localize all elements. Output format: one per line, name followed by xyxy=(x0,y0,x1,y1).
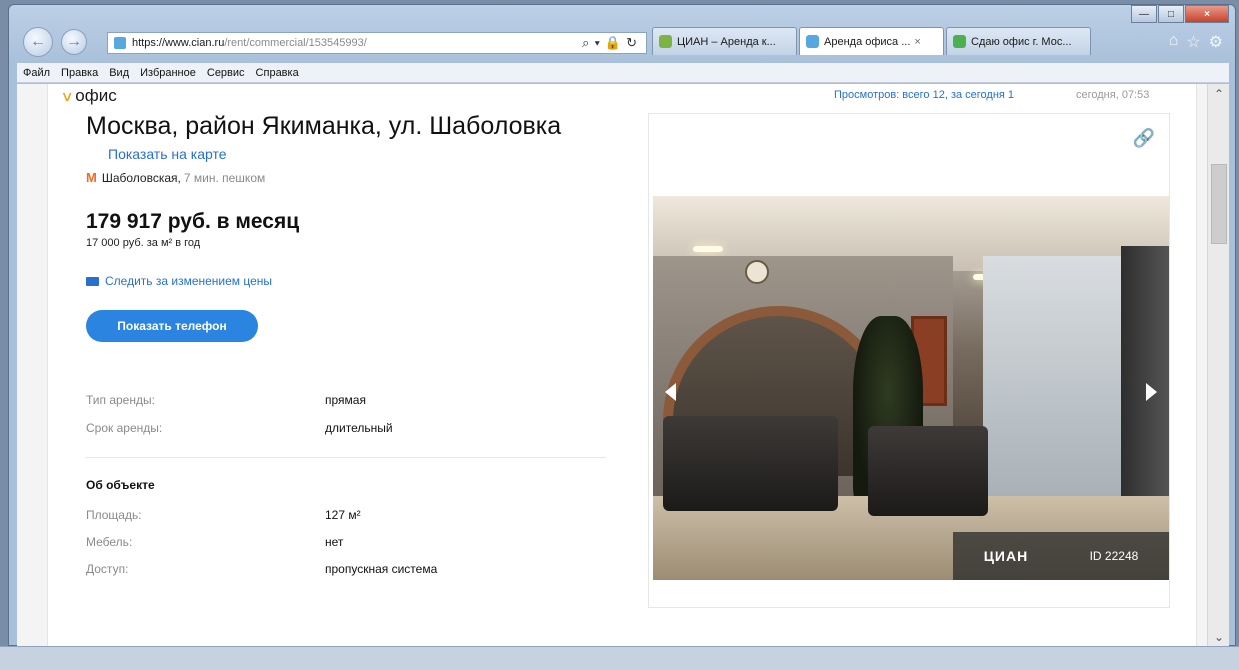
home-icon[interactable]: ⌂ xyxy=(1169,32,1179,52)
browser-window: — □ × ← → https://www.cian.ru /rent/comm… xyxy=(8,4,1236,647)
browser-icons: ⌂ ☆ ⚙ xyxy=(1169,32,1223,52)
rent-type-label: Тип аренды: xyxy=(86,393,155,407)
vertical-scrollbar[interactable]: ⌃ ⌄ xyxy=(1207,84,1229,647)
menu-favorites[interactable]: Избранное xyxy=(140,67,196,79)
object-section-title: Об объекте xyxy=(86,478,155,492)
url-path: /rent/commercial/153545993/ xyxy=(224,37,367,49)
scroll-thumb[interactable] xyxy=(1211,164,1227,244)
menu-edit[interactable]: Правка xyxy=(61,67,98,79)
tab-office-offer[interactable]: Сдаю офис г. Мос... xyxy=(946,27,1091,55)
follow-price-link[interactable]: Следить за изменением цены xyxy=(86,274,272,288)
photo-armchair xyxy=(868,426,988,516)
site-favicon-icon xyxy=(953,35,966,48)
show-on-map-link[interactable]: Показать на карте xyxy=(108,146,227,162)
tab-label: ЦИАН – Аренда к... xyxy=(677,35,776,48)
rent-term-label: Срок аренды: xyxy=(86,421,163,435)
updated-time: сегодня, 07:53 xyxy=(1076,89,1150,101)
metro-icon: M xyxy=(86,170,97,185)
tab-office-rent[interactable]: Аренда офиса ... × xyxy=(799,27,944,55)
url-host: https://www.cian.ru xyxy=(132,37,225,49)
access-value: пропускная система xyxy=(325,562,438,576)
price: 179 917 руб. в месяц xyxy=(86,210,300,233)
address-tools[interactable]: ⌕▾🔒↻ xyxy=(582,35,642,51)
close-window-button[interactable]: × xyxy=(1185,5,1229,23)
status-bar xyxy=(0,646,1239,670)
menu-tools[interactable]: Сервис xyxy=(207,67,245,79)
scroll-down-icon[interactable]: ⌄ xyxy=(1208,627,1229,647)
tab-strip: ЦИАН – Аренда к... Аренда офиса ... × Сд… xyxy=(652,27,1093,55)
cian-favicon-icon xyxy=(659,35,672,48)
photo-clock xyxy=(745,260,769,284)
navigation-row: ← → https://www.cian.ru /rent/commercial… xyxy=(17,23,1229,63)
gear-icon[interactable]: ⚙ xyxy=(1209,32,1223,52)
menu-bar: Файл Правка Вид Избранное Сервис Справка xyxy=(17,63,1229,83)
listing-photo[interactable]: ЦИАН ID 22248 xyxy=(653,196,1169,580)
listing-page: ∨ офис Москва, район Якиманка, ул. Шабол… xyxy=(47,84,1197,647)
metro-info: M Шаболовская, 7 мин. пешком xyxy=(86,170,265,185)
site-favicon-icon xyxy=(806,35,819,48)
listing-address: Москва, район Якиманка, ул. Шаболовка xyxy=(86,112,562,140)
forward-button[interactable]: → xyxy=(61,29,87,55)
photo-sofa xyxy=(663,416,838,511)
views-counter: Просмотров: всего 12, за сегодня 1 xyxy=(834,89,1015,101)
follow-price-label: Следить за изменением цены xyxy=(105,274,273,288)
window-controls: — □ × xyxy=(1130,5,1229,23)
minimize-button[interactable]: — xyxy=(1131,5,1157,23)
prev-photo-arrow-icon[interactable] xyxy=(665,383,676,401)
link-icon[interactable]: 🔗 xyxy=(1133,128,1155,149)
metro-station: Шаболовская, xyxy=(101,170,181,185)
rent-type-value: прямая xyxy=(325,393,366,407)
photo-gallery: 🔗 ЦИАН ID 22248 xyxy=(648,113,1170,608)
listing-type: ∨ офис xyxy=(60,86,117,106)
metro-distance: 7 мин. пешком xyxy=(183,170,266,185)
favorites-star-icon[interactable]: ☆ xyxy=(1186,32,1200,52)
section-divider xyxy=(86,457,606,458)
listing-type-label: офис xyxy=(75,86,117,105)
tab-cian-rent[interactable]: ЦИАН – Аренда к... xyxy=(652,27,797,55)
tab-label: Сдаю офис г. Мос... xyxy=(971,35,1072,48)
show-phone-button[interactable]: Показать телефон xyxy=(86,310,258,342)
chevron-down-icon: ∨ xyxy=(60,87,74,104)
menu-file[interactable]: Файл xyxy=(23,67,50,79)
back-button[interactable]: ← xyxy=(23,27,53,57)
close-tab-icon[interactable]: × xyxy=(914,36,920,48)
envelope-icon xyxy=(86,276,99,286)
menu-help[interactable]: Справка xyxy=(256,67,299,79)
furniture-value: нет xyxy=(325,535,344,549)
address-bar[interactable]: https://www.cian.ru /rent/commercial/153… xyxy=(107,32,647,54)
price-per-m2: 17 000 руб. за м² в год xyxy=(86,237,201,249)
cian-logo: ЦИАН xyxy=(983,548,1029,564)
photo-watermark: ЦИАН ID 22248 xyxy=(953,532,1169,580)
maximize-button[interactable]: □ xyxy=(1158,5,1184,23)
tab-label: Аренда офиса ... xyxy=(824,35,911,48)
photo-light xyxy=(693,246,723,252)
page-viewport: ∨ офис Москва, район Якиманка, ул. Шабол… xyxy=(17,84,1229,647)
site-icon xyxy=(114,37,126,49)
area-value: 127 м² xyxy=(325,508,361,522)
rent-term-value: длительный xyxy=(325,421,393,435)
furniture-label: Мебель: xyxy=(86,535,133,549)
menu-view[interactable]: Вид xyxy=(109,67,129,79)
area-label: Площадь: xyxy=(86,508,142,522)
photo-id: ID 22248 xyxy=(1089,549,1139,563)
next-photo-arrow-icon[interactable] xyxy=(1146,383,1157,401)
access-label: Доступ: xyxy=(86,562,129,576)
scroll-up-icon[interactable]: ⌃ xyxy=(1208,84,1229,104)
